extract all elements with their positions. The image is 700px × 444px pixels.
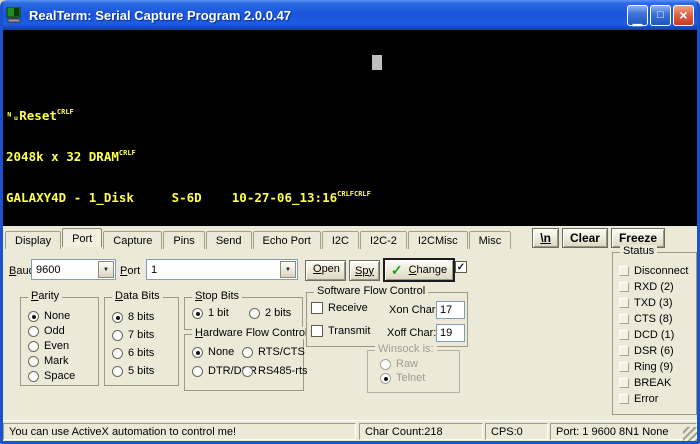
xon-char-label: Xon Char: <box>389 304 439 316</box>
tab-i2cmisc[interactable]: I2CMisc <box>407 231 468 249</box>
tab-echo-port[interactable]: Echo Port <box>252 231 321 249</box>
winsock-raw-radio[interactable]: Raw <box>380 358 418 370</box>
hw-flow-rtscts-radio[interactable]: RTS/CTS <box>242 346 305 358</box>
stray-block-glyph <box>372 55 382 70</box>
parity-odd-radio[interactable]: Odd <box>28 325 65 337</box>
transmit-checkbox[interactable]: Transmit <box>311 325 370 337</box>
tab-capture[interactable]: Capture <box>103 231 163 249</box>
green-check-icon: ✓ <box>390 261 403 278</box>
parity-space-radio[interactable]: Space <box>28 370 75 382</box>
software-flow-group: Software Flow Control Receive Xon Char: … <box>306 285 468 347</box>
rxd-led-icon <box>619 282 629 292</box>
status-rxd: RXD (2) <box>619 281 674 293</box>
resize-grip[interactable] <box>683 427 697 441</box>
statusbar-message: You can use ActiveX automation to contro… <box>3 423 356 440</box>
xon-char-input[interactable] <box>436 301 465 319</box>
tab-i2c-2[interactable]: I2C-2 <box>359 231 407 249</box>
open-button[interactable]: Open <box>305 260 346 281</box>
status-error: Error <box>619 393 658 405</box>
statusbar-cps: CPS:0 <box>485 423 548 440</box>
tab-port[interactable]: Port <box>62 228 103 247</box>
hw-flow-rs485-radio[interactable]: RS485-rts <box>242 365 308 377</box>
close-button[interactable]: × <box>673 4 694 26</box>
error-led-icon <box>619 394 629 404</box>
tab-pins[interactable]: Pins <box>163 231 205 249</box>
hw-flow-none-radio[interactable]: None <box>192 346 234 358</box>
tab-send[interactable]: Send <box>205 231 252 249</box>
change-checkbox[interactable]: ✓ <box>455 261 467 273</box>
stop-bits-group: Stop Bits 1 bit 2 bits <box>184 290 303 330</box>
parity-group: Parity None Odd Even Mark Space <box>20 290 99 386</box>
cts-led-icon <box>619 314 629 324</box>
status-cts: CTS (8) <box>619 313 673 325</box>
status-group: Status Disconnect RXD (2) TXD (3) CTS (8… <box>612 245 697 415</box>
parity-even-radio[interactable]: Even <box>28 340 69 352</box>
port-value: 1 <box>151 263 158 276</box>
port-label: Port <box>120 265 141 277</box>
status-disconnect: Disconnect <box>619 265 688 277</box>
winsock-group: Winsock is: Raw Telnet <box>367 343 460 393</box>
xoff-char-input[interactable] <box>436 324 465 342</box>
tab-display[interactable]: Display <box>5 231 62 249</box>
newline-button[interactable]: \n <box>532 228 559 248</box>
parity-none-radio[interactable]: None <box>28 310 70 322</box>
disconnect-led-icon <box>619 266 629 276</box>
ring-led-icon <box>619 362 629 372</box>
window-title: RealTerm: Serial Capture Program 2.0.0.4… <box>29 7 292 23</box>
tab-misc[interactable]: Misc <box>468 231 512 249</box>
dropdown-arrow-icon[interactable]: ▼ <box>280 261 296 278</box>
tab-bar: Display Port Capture Pins Send Echo Port I2C I2… <box>5 228 695 249</box>
receive-checkbox[interactable]: Receive <box>311 302 368 314</box>
terminal-line: GALAXY4D - 1_Disk S-6D 10-27-06_13:16CRL… <box>6 189 371 205</box>
realterm-window: RealTerm: Serial Capture Program 2.0.0.4… <box>0 0 700 444</box>
winsock-telnet-radio[interactable]: Telnet <box>380 372 425 384</box>
data-bits-group: Data Bits 8 bits 7 bits 6 bits 5 bits <box>104 290 179 386</box>
maximize-button[interactable]: □ <box>650 4 671 26</box>
dsr-led-icon <box>619 346 629 356</box>
terminal-line: ᴺᵤResetCRLF <box>6 108 74 124</box>
data-bits-8-radio[interactable]: 8 bits <box>112 311 154 323</box>
terminal-display[interactable]: ᴺᵤResetCRLF 2048k x 32 DRAMCRLF GALAXY4D… <box>3 30 697 226</box>
clear-button[interactable]: Clear <box>561 228 608 248</box>
spy-button[interactable]: Spy <box>349 260 380 281</box>
change-button[interactable]: ✓ Change <box>383 258 455 282</box>
status-ring: Ring (9) <box>619 361 673 373</box>
terminal-line: 2048k x 32 DRAMCRLF <box>6 148 136 164</box>
statusbar-port-info: Port: 1 9600 8N1 None <box>550 423 697 440</box>
txd-led-icon <box>619 298 629 308</box>
dcd-led-icon <box>619 330 629 340</box>
tab-i2c[interactable]: I2C <box>321 231 359 249</box>
title-bar[interactable]: RealTerm: Serial Capture Program 2.0.0.4… <box>0 0 700 30</box>
statusbar-char-count: Char Count:218 <box>359 423 483 440</box>
stop-bits-2-radio[interactable]: 2 bits <box>249 307 291 319</box>
settings-panel: Display Port Capture Pins Send Echo Port I2C I2… <box>3 226 697 420</box>
status-dsr: DSR (6) <box>619 345 674 357</box>
status-txd: TXD (3) <box>619 297 673 309</box>
data-bits-5-radio[interactable]: 5 bits <box>112 365 154 377</box>
app-icon <box>6 6 24 23</box>
hardware-flow-group: Hardware Flow Control None RTS/CTS DTR/D… <box>184 327 311 391</box>
baud-value: 9600 <box>36 263 61 276</box>
port-combobox[interactable]: 1 ▼ <box>146 259 298 280</box>
xoff-char-label: Xoff Char: <box>387 327 437 339</box>
parity-mark-radio[interactable]: Mark <box>28 355 68 367</box>
status-bar: You can use ActiveX automation to contro… <box>3 420 697 441</box>
data-bits-6-radio[interactable]: 6 bits <box>112 347 154 359</box>
baud-combobox[interactable]: 9600 ▼ <box>31 259 116 280</box>
dropdown-arrow-icon[interactable]: ▼ <box>98 261 114 278</box>
break-led-icon <box>619 378 629 388</box>
data-bits-7-radio[interactable]: 7 bits <box>112 329 154 341</box>
status-dcd: DCD (1) <box>619 329 674 341</box>
status-break: BREAK <box>619 377 671 389</box>
stop-bits-1-radio[interactable]: 1 bit <box>192 307 229 319</box>
minimize-button[interactable]: ▁ <box>627 4 648 26</box>
